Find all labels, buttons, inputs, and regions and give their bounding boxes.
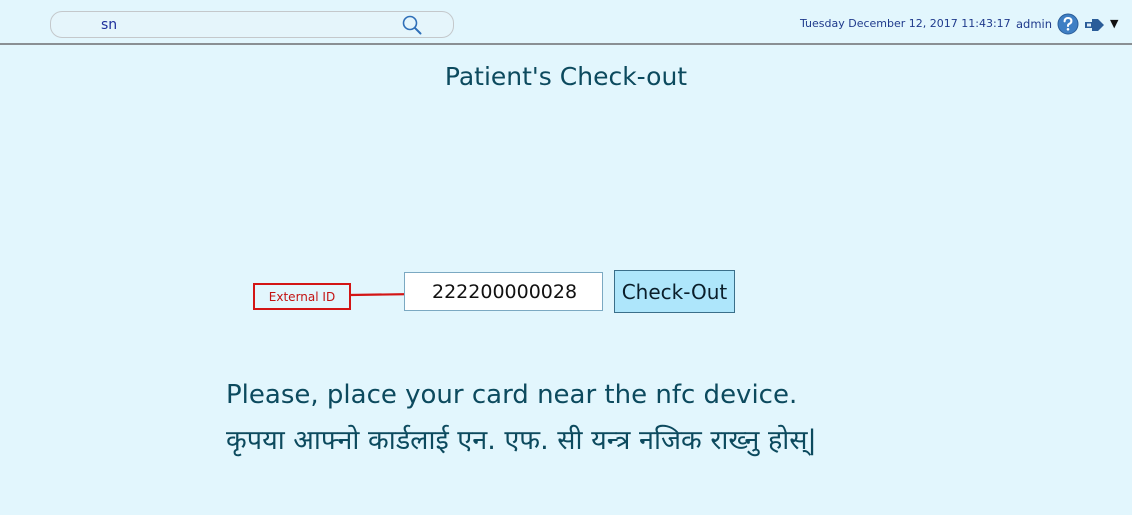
external-id-annotation: External ID xyxy=(253,283,351,310)
current-datetime: Tuesday December 12, 2017 11:43:17 xyxy=(800,17,1011,30)
instruction-nepali: कृपया आफ्नो कार्डलाई एन. एफ. सी यन्त्र न… xyxy=(226,425,817,456)
search-input[interactable] xyxy=(101,15,391,34)
page-title: Patient's Check-out xyxy=(444,62,688,91)
search-icon[interactable] xyxy=(401,14,423,36)
current-user[interactable]: admin xyxy=(1016,17,1052,31)
logout-icon[interactable] xyxy=(1084,17,1106,31)
top-bar: Tuesday December 12, 2017 11:43:17 admin… xyxy=(0,0,1132,45)
instruction-english: Please, place your card near the nfc dev… xyxy=(226,380,798,410)
chevron-down-icon[interactable]: ▼ xyxy=(1110,18,1118,30)
check-out-button[interactable]: Check-Out xyxy=(614,270,735,313)
help-icon[interactable] xyxy=(1057,13,1079,35)
search-box[interactable] xyxy=(50,11,454,38)
external-id-input[interactable] xyxy=(404,272,603,311)
